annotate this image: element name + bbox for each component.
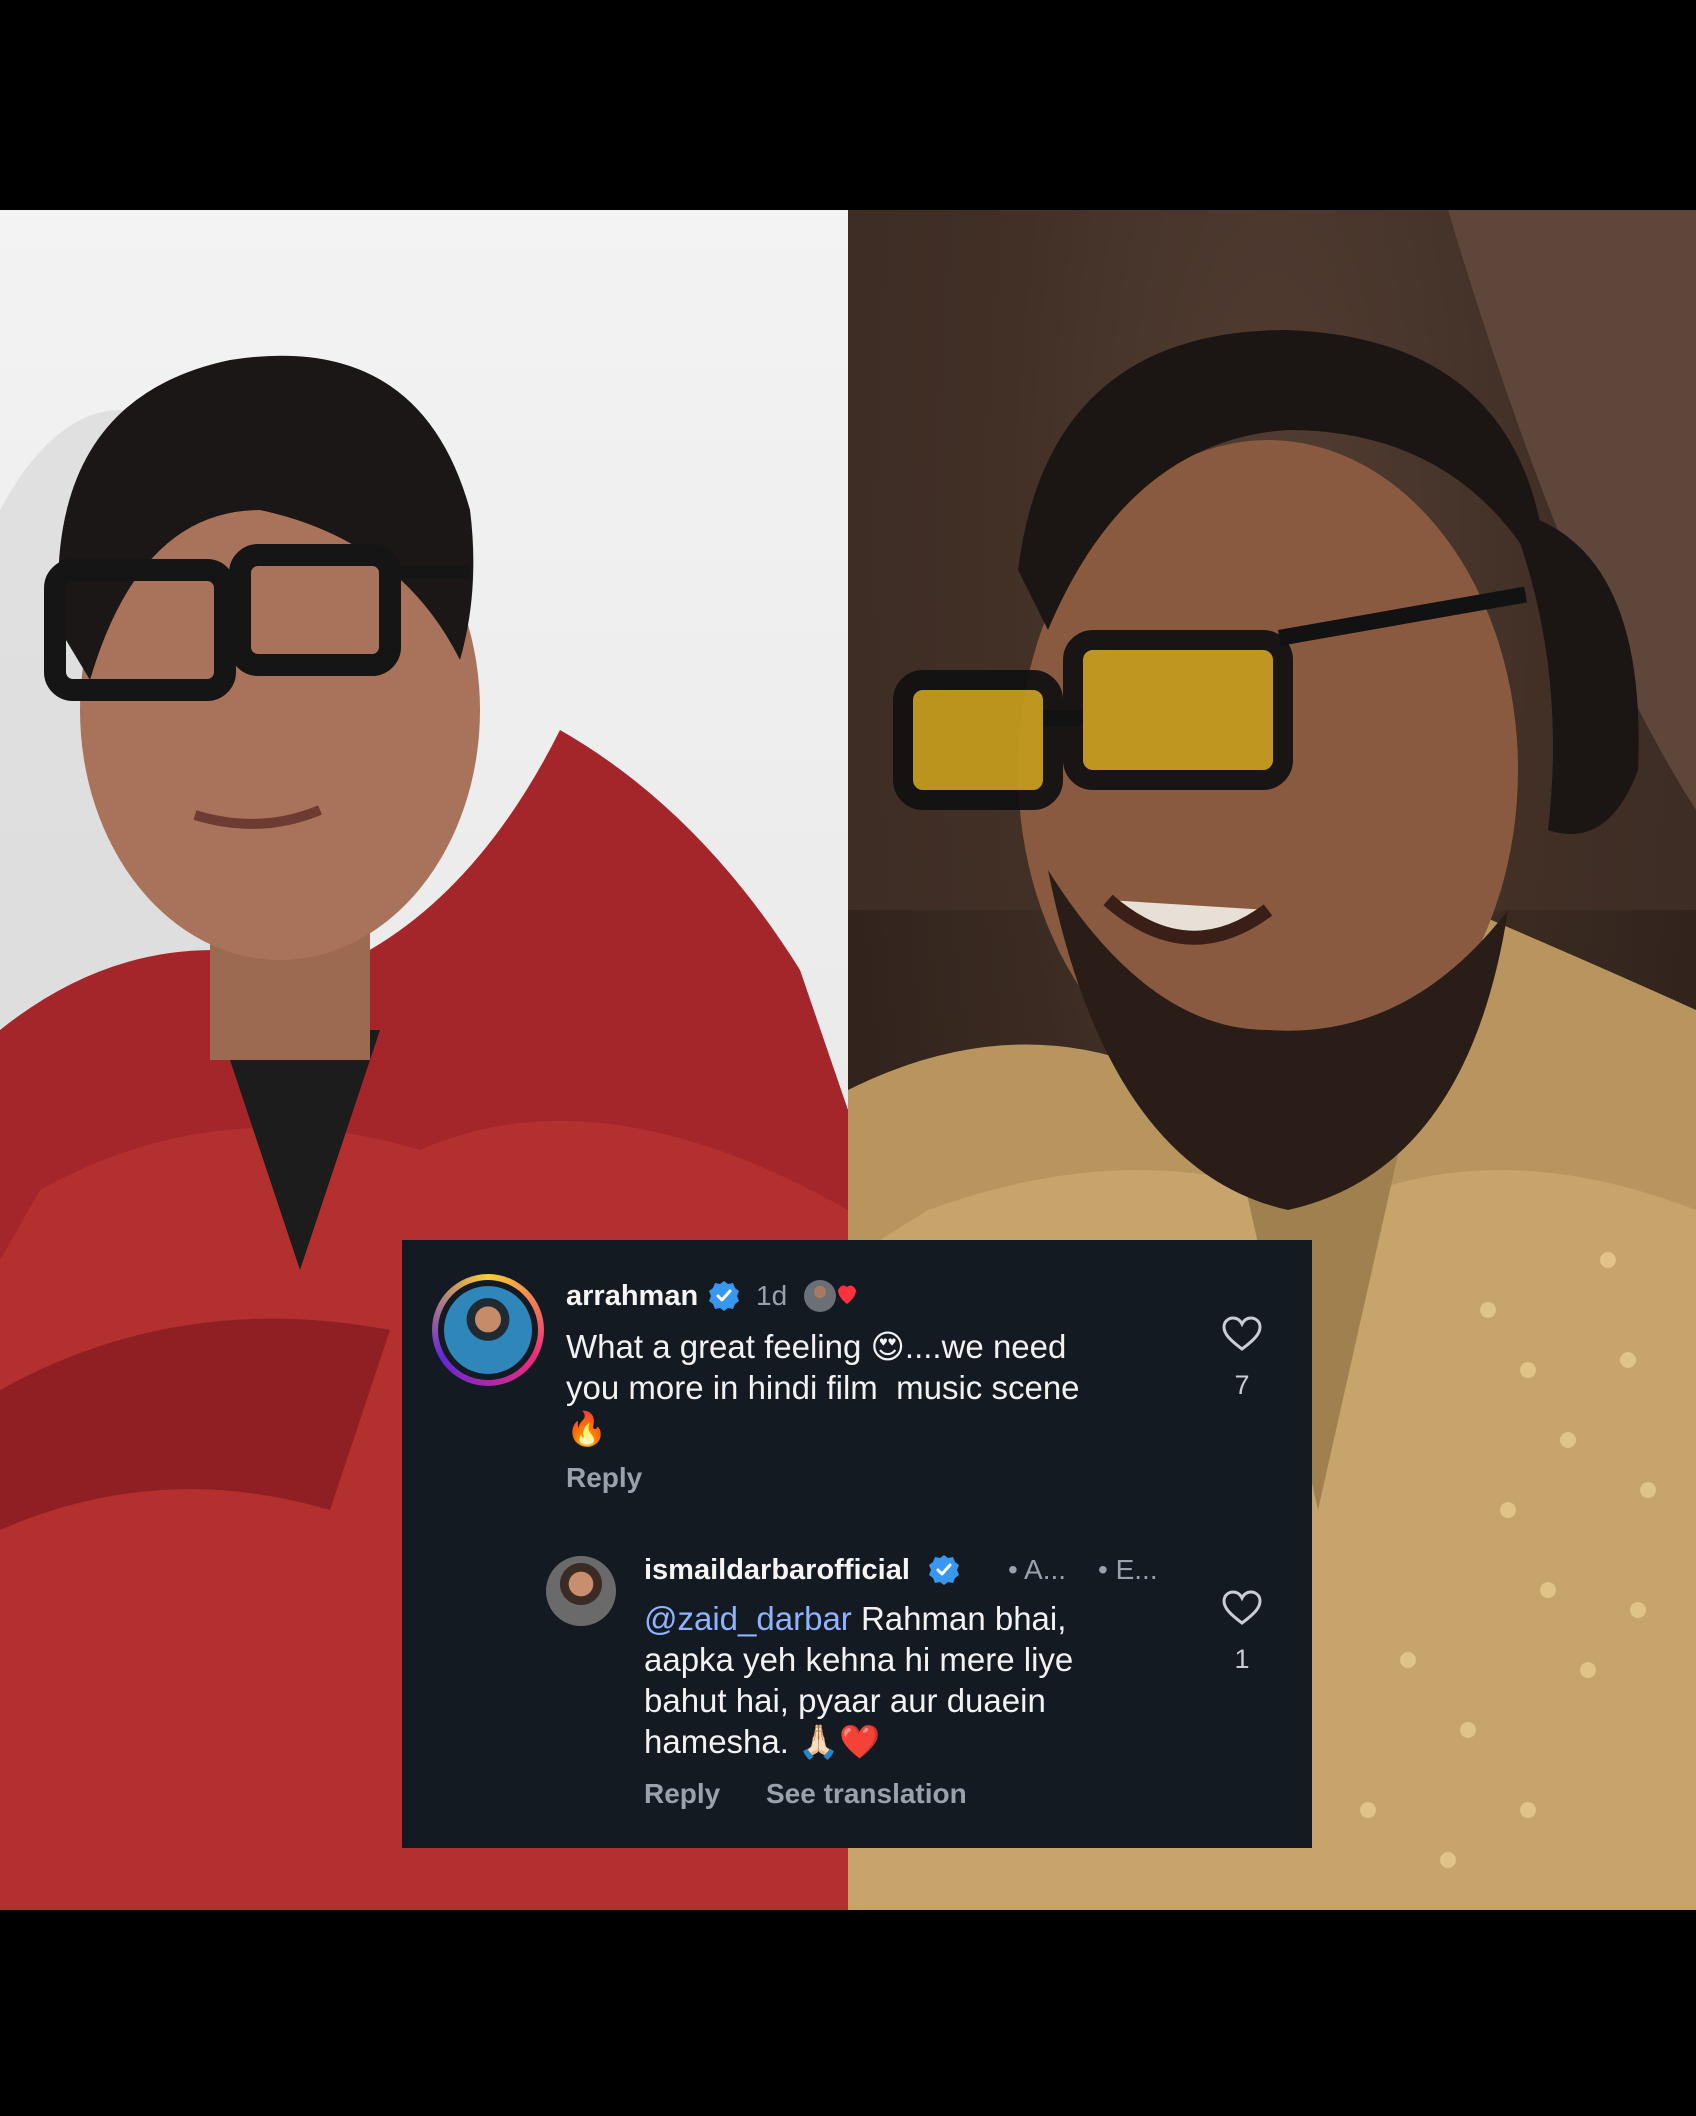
reply-meta-a: • A... <box>1008 1554 1067 1585</box>
mention-link[interactable]: @zaid_darbar <box>644 1600 852 1637</box>
arrahman-avatar[interactable] <box>432 1274 544 1386</box>
heart-outline-icon[interactable] <box>1222 1590 1262 1626</box>
ismaildarbarofficial-avatar[interactable] <box>546 1556 616 1626</box>
comment-time: 1d <box>756 1280 788 1311</box>
heart-eyes-emoji: 😍 <box>870 1327 905 1366</box>
avatar-photo <box>444 1286 532 1374</box>
author-liked-icon <box>804 1280 856 1312</box>
reply-button[interactable]: Reply <box>644 1778 720 1810</box>
reply-meta-e: • E... <box>1098 1554 1158 1585</box>
pray-heart-emoji: 🙏🏻❤️ <box>798 1722 881 1761</box>
comment-username[interactable]: arrahman <box>566 1280 698 1313</box>
comment-text: What a great feeling 😍....we need you mo… <box>566 1326 1216 1449</box>
top-letterbox <box>0 0 1696 210</box>
comment-text-part: What a great feeling <box>566 1328 871 1365</box>
reply-text: @zaid_darbar Rahman bhai, aapka yeh kehn… <box>644 1598 1204 1762</box>
verified-badge-icon <box>709 1281 739 1311</box>
bottom-letterbox <box>0 1910 1696 2116</box>
verified-badge-icon <box>929 1555 959 1585</box>
like-count: 1 <box>1234 1644 1250 1674</box>
comment-thread-card: arrahman 1d What a great feeling 😍....we… <box>402 1240 1312 1848</box>
reply-button[interactable]: Reply <box>566 1462 642 1494</box>
reply-username[interactable]: ismaildarbarofficial <box>644 1554 910 1587</box>
heart-outline-icon[interactable] <box>1222 1316 1262 1352</box>
like-count: 7 <box>1234 1370 1250 1400</box>
see-translation-button[interactable]: See translation <box>766 1778 967 1810</box>
fire-emoji: 🔥 <box>566 1409 608 1448</box>
